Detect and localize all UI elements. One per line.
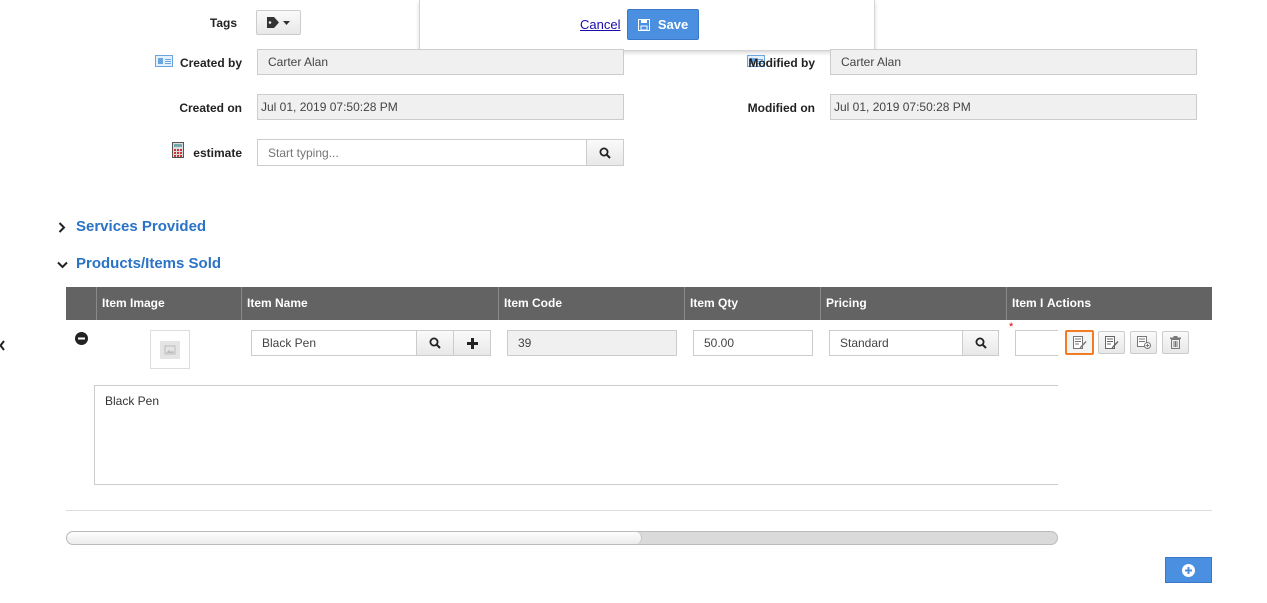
header-divider xyxy=(241,287,242,320)
modified-on-label: Modified on xyxy=(747,101,815,115)
add-line-button[interactable] xyxy=(1130,331,1157,354)
plus-icon xyxy=(466,337,478,349)
header-divider xyxy=(684,287,685,320)
pricing-field[interactable]: Standard xyxy=(829,330,963,356)
header-item-qty: Item Qty xyxy=(690,296,739,310)
search-icon xyxy=(599,147,611,159)
chevron-down-icon[interactable] xyxy=(57,261,68,269)
item-qty-field[interactable]: 50.00 xyxy=(693,330,813,356)
header-item-code: Item Code xyxy=(504,296,563,310)
caret-down-icon xyxy=(283,20,290,25)
table-bottom-divider xyxy=(66,510,1212,511)
header-pricing: Pricing xyxy=(826,296,867,310)
search-icon xyxy=(429,337,441,349)
delete-row-button[interactable] xyxy=(1162,331,1189,354)
modified-by-label: Modified by xyxy=(748,56,815,70)
products-items-sold-title[interactable]: Products/Items Sold xyxy=(76,255,221,272)
add-row-button[interactable] xyxy=(1165,557,1212,583)
created-by-label: Created by xyxy=(179,56,242,70)
item-name-field[interactable]: Black Pen xyxy=(251,330,417,356)
dialog-panel: Cancel Save xyxy=(419,0,875,51)
created-by-field: Carter Alan xyxy=(257,49,624,75)
search-icon xyxy=(975,337,987,349)
chevron-right-icon[interactable] xyxy=(58,222,66,233)
services-provided-title[interactable]: Services Provided xyxy=(76,218,206,235)
item-image-thumbnail[interactable] xyxy=(150,330,190,369)
header-divider xyxy=(498,287,499,320)
trash-icon xyxy=(1170,336,1181,349)
add-line-icon xyxy=(1136,336,1151,349)
edit-notes-button[interactable] xyxy=(1065,330,1094,355)
item-name-search-button[interactable] xyxy=(416,330,454,356)
cancel-link[interactable]: Cancel xyxy=(580,17,620,32)
modified-by-field: Carter Alan xyxy=(830,49,1197,75)
item-description-textarea[interactable]: Black Pen xyxy=(94,385,1058,485)
edit-notes-icon xyxy=(1072,336,1087,349)
estimate-label: estimate xyxy=(193,146,242,160)
save-icon xyxy=(637,18,650,31)
estimate-input[interactable] xyxy=(257,139,587,166)
created-on-field: Jul 01, 2019 07:50:28 PM xyxy=(257,94,624,120)
modified-on-field: Jul 01, 2019 07:50:28 PM xyxy=(830,94,1197,120)
tags-label: Tags xyxy=(209,16,237,30)
horizontal-scrollbar-track[interactable] xyxy=(66,531,1058,545)
remove-row-icon[interactable] xyxy=(75,332,88,345)
image-placeholder-icon xyxy=(160,340,180,359)
calculator-icon xyxy=(172,142,184,158)
header-item-image: Item Image xyxy=(102,296,165,310)
header-item-partial: Item I xyxy=(1012,296,1043,310)
header-divider xyxy=(820,287,821,320)
pricing-search-button[interactable] xyxy=(962,330,999,356)
item-partial-input[interactable] xyxy=(1015,330,1058,356)
horizontal-scrollbar-thumb[interactable] xyxy=(67,532,643,544)
chevron-left-icon[interactable] xyxy=(0,340,5,351)
edit-details-icon xyxy=(1104,336,1119,349)
edit-details-button[interactable] xyxy=(1098,331,1125,354)
header-actions: Actions xyxy=(1047,296,1092,310)
tags-dropdown-button[interactable] xyxy=(256,10,301,35)
header-divider xyxy=(1006,287,1007,320)
header-item-name: Item Name xyxy=(247,296,308,310)
save-label: Save xyxy=(657,17,689,32)
created-on-label: Created on xyxy=(179,101,242,115)
estimate-search-button[interactable] xyxy=(586,139,624,166)
tag-icon xyxy=(267,17,280,28)
plus-circle-icon xyxy=(1182,563,1195,577)
item-code-field: 39 xyxy=(507,330,677,356)
save-button[interactable]: Save xyxy=(627,9,699,40)
header-divider xyxy=(96,287,97,320)
required-marker: * xyxy=(1009,321,1014,333)
item-name-add-button[interactable] xyxy=(453,330,491,356)
